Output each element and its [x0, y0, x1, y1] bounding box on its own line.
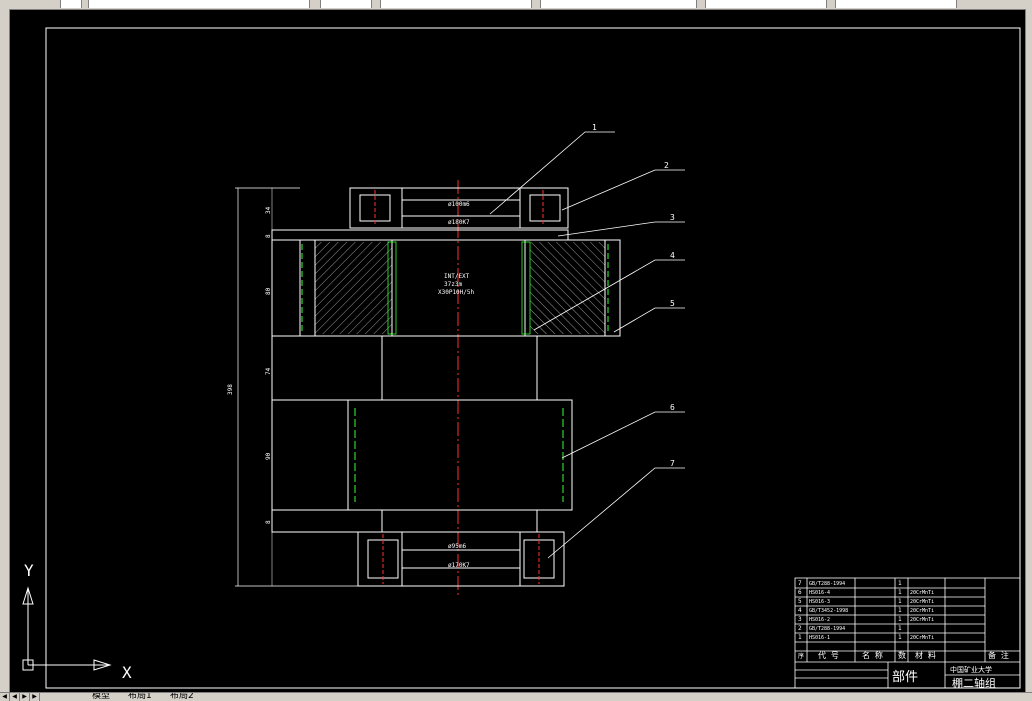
- tb-header-seq: 序: [798, 652, 804, 660]
- tb-row-code: HS016-1: [809, 635, 830, 641]
- shaft: [271, 335, 573, 533]
- tb-school: 中国矿业大学: [950, 665, 992, 674]
- drawing-border: [45, 27, 1021, 689]
- dim-d95: ø95m6: [448, 543, 466, 550]
- tb-row-code: GB/T288-1994: [809, 581, 845, 587]
- drawing-canvas[interactable]: 398 34 8 80 74 90 8 ø100m6 ø180K7 INT/EX…: [10, 10, 1025, 692]
- dim-34: 34: [265, 206, 272, 214]
- ucs-y-label: Y: [24, 561, 34, 580]
- ucs-x-label: X: [122, 663, 132, 682]
- dim-90: 90: [265, 452, 272, 460]
- left-toolbar: [0, 9, 10, 692]
- balloon-3: 3: [670, 213, 675, 222]
- tb-row-no: 7: [798, 580, 802, 587]
- dim-d170: ø170K7: [448, 562, 470, 569]
- dim-398: 398: [227, 384, 234, 395]
- tb-row-code: HS016-4: [809, 590, 830, 596]
- toolbar: [0, 0, 1032, 10]
- tb-row-qty: 1: [898, 598, 902, 605]
- plotstyle-dropdown[interactable]: [705, 0, 827, 8]
- spline-text-2: 37z3m: [444, 281, 462, 288]
- leader-lines: [489, 131, 685, 559]
- tb-header-qty: 数: [898, 650, 906, 660]
- tb-row-no: 1: [798, 634, 802, 641]
- color-dropdown[interactable]: [320, 0, 372, 8]
- balloon-4: 4: [670, 251, 675, 260]
- tb-row-no: 2: [798, 625, 802, 632]
- drawing-svg: 398 34 8 80 74 90 8 ø100m6 ø180K7 INT/EX…: [22, 27, 1021, 690]
- tb-row-mat: 20CrMnTi: [910, 599, 934, 605]
- balloon-7: 7: [670, 459, 675, 468]
- tb-row-mat: 20CrMnTi: [910, 608, 934, 614]
- tb-row-no: 6: [798, 589, 802, 596]
- tb-row-no: 5: [798, 598, 802, 605]
- bottom-bearing: [357, 531, 565, 587]
- tb-row-mat: 20CrMnTi: [910, 590, 934, 596]
- tb-header-note: 备 注: [988, 650, 1009, 660]
- lineweight-dropdown[interactable]: [540, 0, 697, 8]
- vertical-scrollbar[interactable]: [1025, 9, 1032, 692]
- tb-row-no: 3: [798, 616, 802, 623]
- title-block-rows: 7 GB/T288-1994 1 6 HS016-4 1 20CrMnTi 5 HS016-3 1…: [798, 580, 934, 641]
- tb-row-code: GB/T288-1994: [809, 626, 845, 632]
- dim-d180: ø180K7: [448, 219, 470, 226]
- tb-row-qty: 1: [898, 625, 902, 632]
- tb-row-mat: 20CrMnTi: [910, 617, 934, 623]
- dim-74: 74: [265, 367, 272, 375]
- balloon-5: 5: [670, 299, 675, 308]
- balloon-1: 1: [592, 123, 597, 132]
- tb-part-word: 部件: [892, 670, 918, 685]
- tb-row-mat: 20CrMnTi: [910, 635, 934, 641]
- spacer-ring: [271, 229, 569, 241]
- tb-row-code: HS016-3: [809, 599, 830, 605]
- tb-row-no: 4: [798, 607, 802, 614]
- tb-row-qty: 1: [898, 607, 902, 614]
- tab-model[interactable]: 模型: [92, 693, 110, 701]
- dim-d100: ø100m6: [448, 201, 470, 208]
- tb-row-code: GB/T3452-1998: [809, 608, 848, 614]
- balloon-2: 2: [664, 161, 669, 170]
- dim-80: 80: [265, 287, 272, 295]
- linetype-dropdown[interactable]: [380, 0, 532, 8]
- balloon-6: 6: [670, 403, 675, 412]
- tb-header-mat: 材 料: [915, 650, 936, 660]
- dim-8a: 8: [265, 234, 272, 238]
- toolbar-dropdown[interactable]: [60, 0, 82, 8]
- layer-dropdown[interactable]: [88, 0, 310, 8]
- tb-row-qty: 1: [898, 580, 902, 587]
- gear-hatch-right: [530, 242, 605, 334]
- tb-assembly: 棚二轴组: [952, 676, 996, 690]
- tb-row-qty: 1: [898, 634, 902, 641]
- tab-layout1[interactable]: 布局1: [128, 693, 152, 701]
- spline-text-1: INT/EXT: [444, 273, 470, 280]
- gear-hatch-left: [315, 242, 392, 334]
- tb-row-qty: 1: [898, 616, 902, 623]
- tb-row-code: HS016-2: [809, 617, 830, 623]
- spline-text-3: X30P10H/5h: [438, 289, 475, 296]
- tb-header-name: 名 称: [862, 650, 883, 660]
- ucs-icon: [22, 586, 112, 671]
- text-style-dropdown[interactable]: [835, 0, 957, 8]
- tb-row-qty: 1: [898, 589, 902, 596]
- tab-layout2[interactable]: 布局2: [170, 693, 194, 701]
- tb-header-code: 代 号: [818, 650, 839, 660]
- dim-8b: 8: [265, 520, 272, 524]
